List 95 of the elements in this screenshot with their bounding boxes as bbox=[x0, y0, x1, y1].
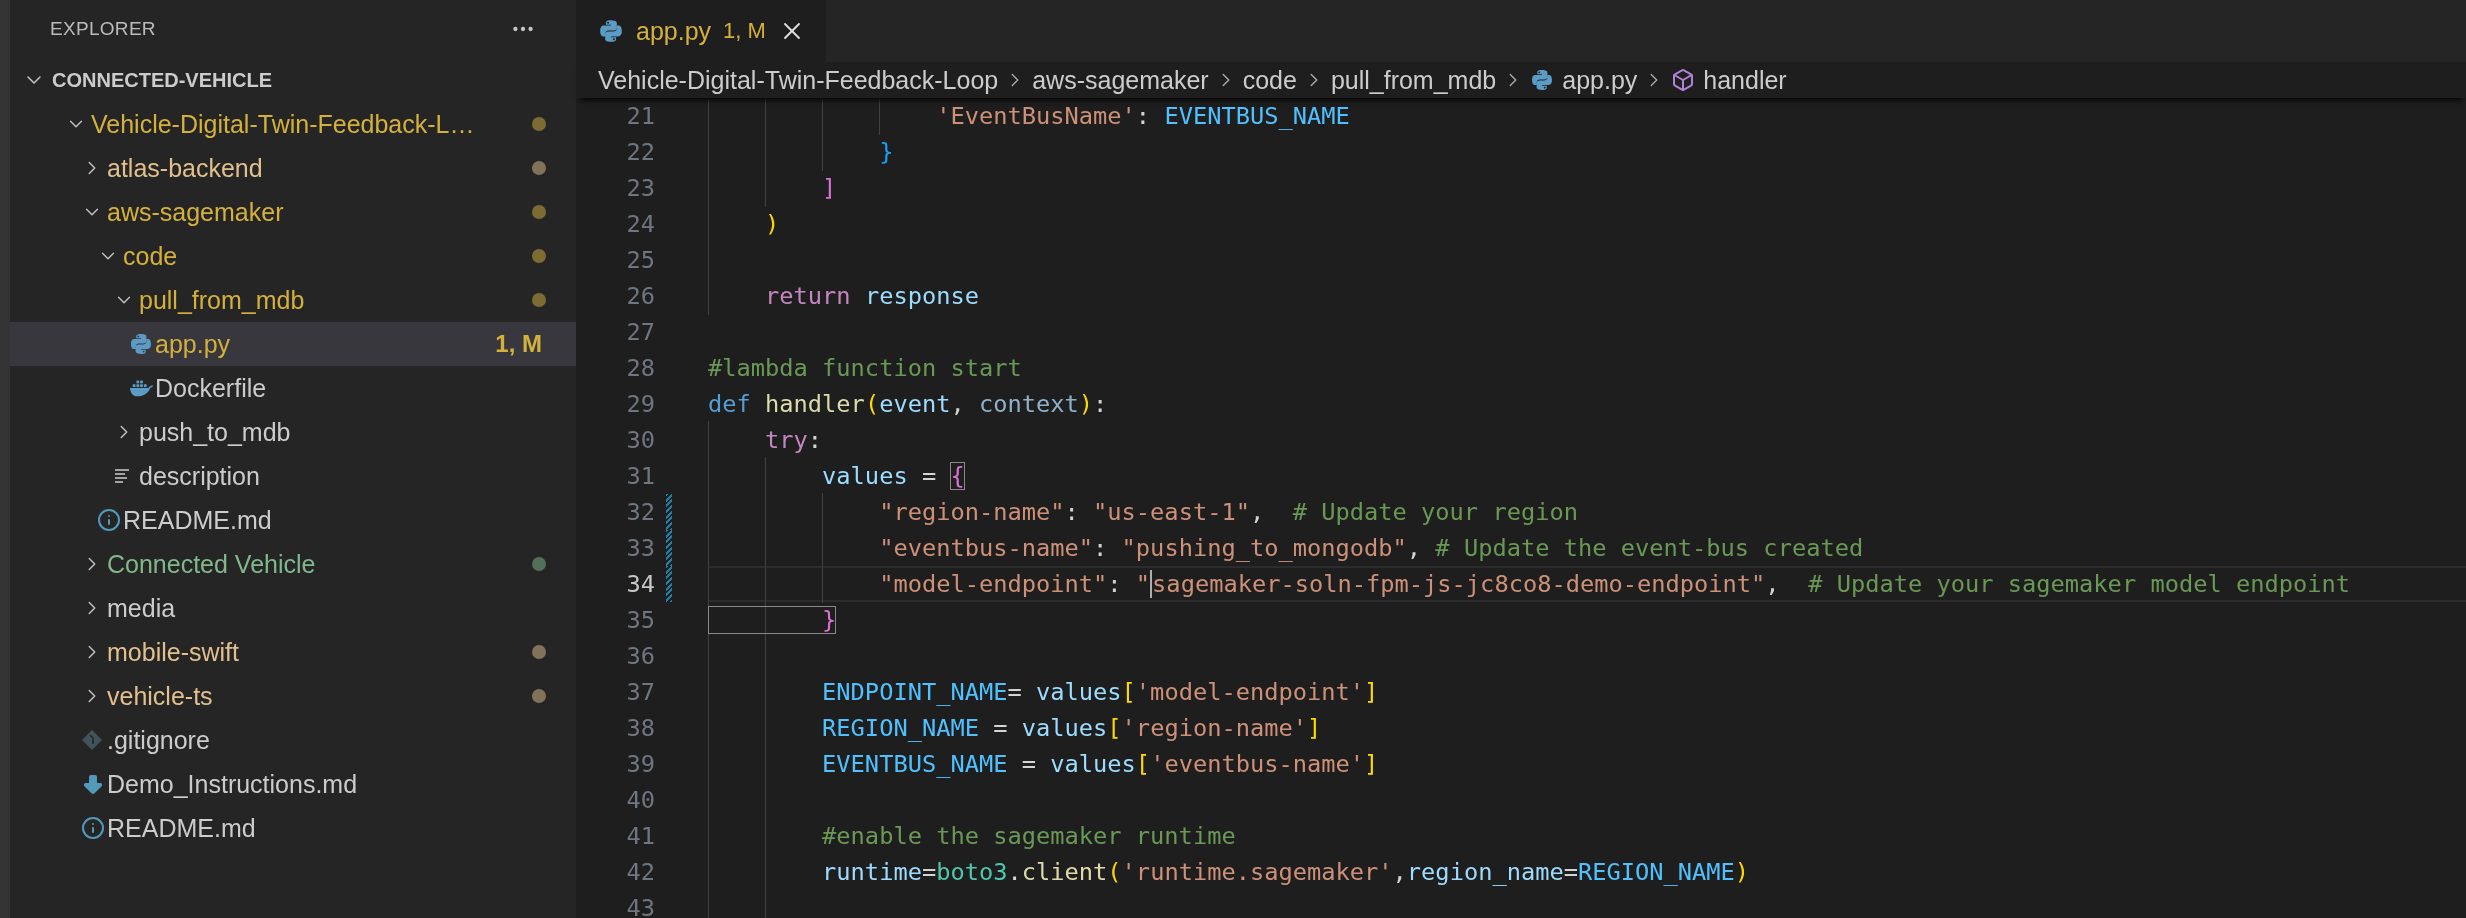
code-line: return response bbox=[764, 282, 979, 310]
cube-icon bbox=[1671, 68, 1696, 92]
code-line: runtime=boto3.client('runtime.sagemaker',region_name=REGION_NAME) bbox=[821, 858, 1750, 886]
breadcrumb-item[interactable]: app.py bbox=[1530, 65, 1638, 95]
item-label: media bbox=[107, 593, 177, 623]
line-number: 22 bbox=[625, 137, 655, 168]
item-label: .gitignore bbox=[107, 725, 211, 755]
breadcrumb-item[interactable]: aws-sagemaker bbox=[1032, 65, 1209, 95]
status-label: 1, M bbox=[495, 330, 542, 358]
item-label: Vehicle-Digital-Twin-Feedback-L… bbox=[91, 109, 476, 139]
code-line: } bbox=[708, 606, 837, 634]
folder-item[interactable]: atlas-backend bbox=[10, 146, 576, 190]
item-label: README.md bbox=[107, 813, 257, 843]
item-label: push_to_mdb bbox=[139, 417, 292, 447]
code-line: values = { bbox=[821, 462, 965, 490]
line-number: 42 bbox=[625, 857, 655, 888]
item-label: Connected Vehicle bbox=[107, 549, 317, 579]
line-number: 34 bbox=[625, 569, 655, 600]
item-label: Dockerfile bbox=[155, 373, 268, 403]
line-number: 29 bbox=[625, 389, 655, 420]
code-line: } bbox=[878, 138, 894, 166]
code-line: "eventbus-name": "pushing_to_mongodb", # Update the event-bus created bbox=[878, 534, 1864, 562]
folder-item[interactable]: pull_from_mdb bbox=[10, 278, 576, 322]
file-item[interactable]: description bbox=[10, 454, 576, 498]
diamond-icon bbox=[81, 729, 103, 751]
line-number: 27 bbox=[625, 317, 655, 348]
code-line: "model-endpoint": "sagemaker-soln-fpm-js-jc8co8-demo-endpoint", # Update your sagemaker model endpoint bbox=[878, 570, 2351, 598]
python-icon bbox=[598, 18, 624, 44]
code-line: ENDPOINT_NAME= values['model-endpoint'] bbox=[821, 678, 1379, 706]
breadcrumb-item[interactable]: pull_from_mdb bbox=[1330, 65, 1497, 95]
whale-icon bbox=[129, 378, 155, 398]
code-line: ) bbox=[764, 210, 780, 238]
breadcrumb-item[interactable]: code bbox=[1242, 65, 1297, 95]
line-number: 24 bbox=[625, 209, 655, 240]
item-label: app.py bbox=[155, 329, 232, 359]
line-number: 25 bbox=[625, 245, 655, 276]
code-line: EVENTBUS_NAME = values['eventbus-name'] bbox=[821, 750, 1379, 778]
line-number: 35 bbox=[625, 605, 655, 636]
line-number: 36 bbox=[625, 641, 655, 672]
file-item[interactable]: README.md bbox=[10, 806, 576, 850]
down-arrow-icon bbox=[81, 772, 105, 796]
panel-title: EXPLORER bbox=[50, 18, 156, 40]
item-label: vehicle-ts bbox=[107, 681, 214, 711]
code-line: REGION_NAME = values['region-name'] bbox=[821, 714, 1322, 742]
code-line: try: bbox=[764, 426, 823, 454]
item-label: pull_from_mdb bbox=[139, 285, 306, 315]
item-label: Demo_Instructions.md bbox=[107, 769, 359, 799]
info-icon bbox=[97, 508, 121, 532]
text-lines-icon bbox=[113, 467, 131, 485]
folder-item[interactable]: push_to_mdb bbox=[10, 410, 576, 454]
code-line: #lambda function start bbox=[708, 354, 1022, 382]
line-number: 40 bbox=[625, 785, 655, 816]
line-number: 26 bbox=[625, 281, 655, 312]
line-number: 30 bbox=[625, 425, 655, 456]
item-label: aws-sagemaker bbox=[107, 197, 285, 227]
folder-item[interactable]: code bbox=[10, 234, 576, 278]
python-icon bbox=[129, 332, 153, 356]
file-item[interactable]: Demo_Instructions.md bbox=[10, 762, 576, 806]
code-line: #enable the sagemaker runtime bbox=[821, 822, 1236, 850]
folder-item[interactable]: Connected Vehicle bbox=[10, 542, 576, 586]
line-number: 37 bbox=[625, 677, 655, 708]
file-item[interactable]: README.md bbox=[10, 498, 576, 542]
line-number: 41 bbox=[625, 821, 655, 852]
line-number: 31 bbox=[625, 461, 655, 492]
file-item[interactable]: Dockerfile bbox=[10, 366, 576, 410]
breadcrumb-item[interactable]: handler bbox=[1671, 65, 1787, 95]
info-icon bbox=[81, 816, 105, 840]
workspace-header[interactable]: CONNECTED-VEHICLE bbox=[10, 58, 576, 102]
item-label: README.md bbox=[123, 505, 273, 535]
code-line: def handler(event, context): bbox=[708, 390, 1108, 418]
line-number: 21 bbox=[625, 101, 655, 132]
folder-item[interactable]: aws-sagemaker bbox=[10, 190, 576, 234]
folder-item[interactable]: media bbox=[10, 586, 576, 630]
line-number: 43 bbox=[625, 893, 655, 918]
editor-tab[interactable]: app.py 1, M bbox=[576, 0, 826, 62]
python-icon bbox=[1530, 68, 1555, 92]
line-number: 33 bbox=[625, 533, 655, 564]
line-number: 23 bbox=[625, 173, 655, 204]
item-label: atlas-backend bbox=[107, 153, 264, 183]
item-label: code bbox=[123, 241, 179, 271]
item-label: mobile-swift bbox=[107, 637, 240, 667]
file-item[interactable]: .gitignore bbox=[10, 718, 576, 762]
breadcrumb-item[interactable]: Vehicle-Digital-Twin-Feedback-Loop bbox=[598, 65, 999, 95]
code-line: ] bbox=[821, 174, 837, 202]
line-number: 28 bbox=[625, 353, 655, 384]
code-line: "region-name": "us-east-1", # Update your region bbox=[878, 498, 1578, 526]
line-number: 39 bbox=[625, 749, 655, 780]
item-label: description bbox=[139, 461, 261, 491]
folder-item[interactable]: Vehicle-Digital-Twin-Feedback-L… bbox=[10, 102, 576, 146]
file-item[interactable]: app.py 1, M bbox=[10, 322, 576, 366]
line-number: 38 bbox=[625, 713, 655, 744]
line-number: 32 bbox=[625, 497, 655, 528]
code-line: 'EventBusName': EVENTBUS_NAME bbox=[935, 102, 1350, 130]
folder-item[interactable]: mobile-swift bbox=[10, 630, 576, 674]
folder-item[interactable]: vehicle-ts bbox=[10, 674, 576, 718]
